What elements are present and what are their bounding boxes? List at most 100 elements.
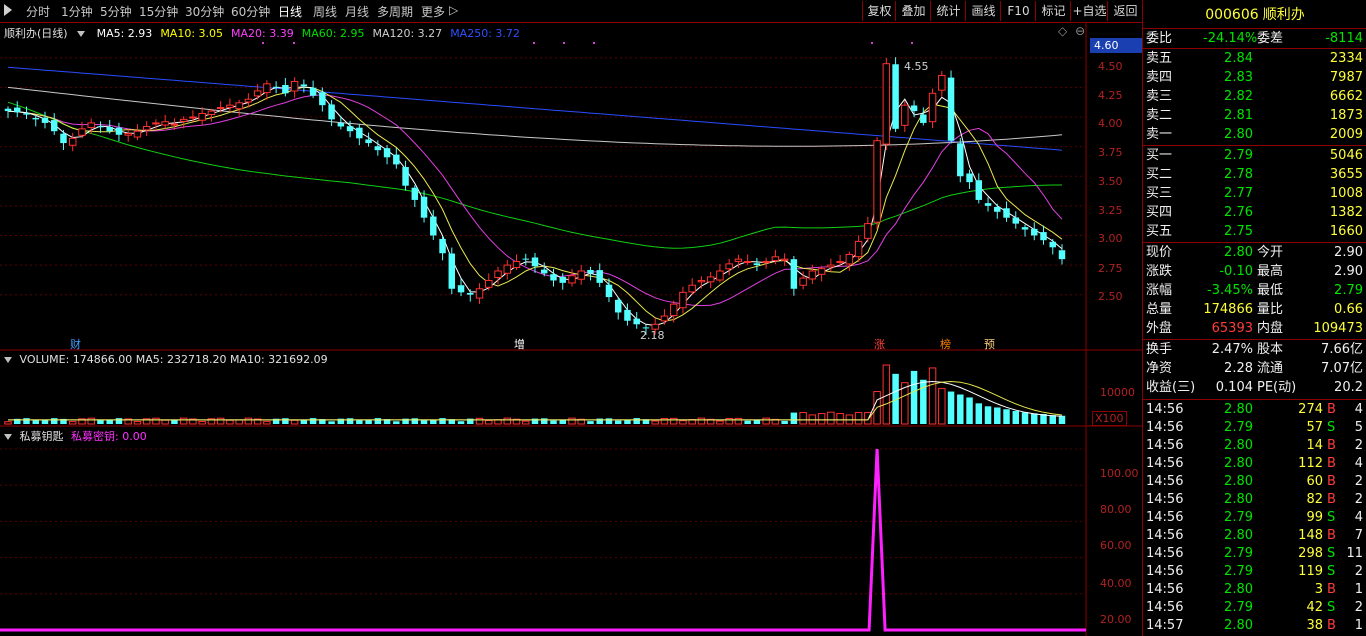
period-tab-9[interactable]: 多周期	[377, 3, 413, 20]
stat-value: 20.2	[1334, 380, 1363, 395]
candle-body	[503, 264, 511, 274]
indicator-legend: 私募钥匙 私募密钥: 0.00	[4, 428, 147, 444]
stat-value: 65393	[1211, 321, 1253, 336]
chart-settings-icons[interactable]: ◇ ⊖	[1058, 24, 1085, 38]
dropdown-icon[interactable]	[77, 31, 86, 37]
period-tab-4[interactable]: 30分钟	[185, 3, 224, 20]
stat-value: 7.66亿	[1321, 342, 1363, 357]
period-tab-0[interactable]: 分时	[26, 3, 50, 20]
ask-price: 2.80	[1224, 127, 1253, 142]
kline-chart[interactable]	[0, 0, 1142, 636]
stat-value: 109473	[1313, 321, 1363, 336]
volume-bar	[836, 413, 844, 425]
toolbar-button-2[interactable]: 统计	[930, 1, 966, 21]
candle-body	[1049, 241, 1056, 248]
toolbar-button-4[interactable]: F10	[1000, 1, 1036, 21]
toolbar-button-3[interactable]: 画线	[965, 1, 1001, 21]
ask-label: 卖二	[1146, 108, 1173, 123]
candle-body	[716, 270, 724, 281]
event-marker-2[interactable]: 涨	[874, 336, 885, 352]
candle-body	[41, 117, 49, 123]
event-marker-3[interactable]: 榜	[940, 336, 951, 352]
period-tab-1[interactable]: 1分钟	[61, 3, 93, 20]
volume-axis-label: 10000	[1100, 386, 1135, 399]
ma250-line	[7, 66, 1063, 151]
volume-bar	[439, 418, 446, 424]
volume-bar	[577, 418, 585, 425]
volume-bar	[1031, 413, 1038, 424]
bid-volume: 5046	[1329, 148, 1363, 163]
tick-volume: 14	[1306, 438, 1323, 453]
candle-body	[87, 122, 95, 128]
toolbar-button-5[interactable]: 标记	[1035, 1, 1071, 21]
toolbar-button-7[interactable]: 返回	[1107, 1, 1143, 21]
more-arrow-icon[interactable]: ▷	[449, 3, 458, 17]
volume-bar	[873, 391, 881, 425]
tick-volume: 148	[1298, 528, 1323, 543]
candle-body	[762, 261, 770, 264]
bid-price: 2.77	[1224, 186, 1253, 201]
tick-row: 14:56 2.79 42 S 2	[1143, 599, 1366, 617]
tick-price: 2.80	[1224, 618, 1253, 633]
volume-bar	[550, 420, 557, 424]
volume-bar	[319, 419, 326, 424]
period-tab-6[interactable]: 日线	[278, 3, 302, 20]
volume-bar	[420, 420, 428, 424]
volume-bar	[142, 418, 151, 425]
volume-bar	[457, 421, 465, 424]
volume-bar	[920, 379, 927, 424]
volume-bar	[244, 417, 253, 425]
menu-arrow-icon[interactable]	[4, 4, 12, 16]
volume-bar	[374, 418, 382, 424]
candle-body	[901, 104, 909, 126]
candle-body	[947, 77, 955, 141]
volume-bar	[928, 367, 937, 425]
tick-row: 14:56 2.80 60 B 2	[1143, 473, 1366, 491]
price-axis-label: 4.50	[1098, 60, 1123, 73]
candle-body	[235, 102, 243, 110]
dropdown-icon[interactable]	[4, 434, 12, 440]
dropdown-icon[interactable]	[4, 357, 12, 363]
period-tab-7[interactable]: 周线	[313, 3, 337, 20]
volume-bar	[124, 418, 132, 425]
period-tab-8[interactable]: 月线	[345, 3, 369, 20]
quote-panel: 000606 顺利办 委比 -24.14% 委差 -8114 卖五 2.84 233…	[1142, 0, 1366, 636]
stat-value: 2.80	[1224, 245, 1253, 260]
volume-bar	[356, 420, 363, 424]
high-label: 4.55	[904, 60, 929, 73]
tick-price: 2.79	[1224, 420, 1253, 435]
candle-body	[142, 125, 151, 131]
volume-bar	[32, 420, 39, 424]
event-marker-4[interactable]: 预	[984, 336, 995, 352]
tick-count: 1	[1354, 618, 1363, 633]
period-tab-3[interactable]: 15分钟	[139, 3, 178, 20]
tick-time: 14:56	[1146, 564, 1184, 579]
event-marker-0[interactable]: 财	[70, 336, 81, 352]
volume-bar	[624, 419, 631, 424]
volume-bar	[411, 418, 419, 424]
collapse-icon[interactable]: ⊖	[1075, 24, 1085, 38]
candle-body	[1003, 208, 1010, 218]
toolbar-button-6[interactable]: +自选	[1070, 1, 1108, 21]
candle-body	[1058, 250, 1066, 260]
period-tab-5[interactable]: 60分钟	[231, 3, 270, 20]
tick-volume: 57	[1306, 420, 1323, 435]
candle-body	[32, 117, 39, 120]
candle-body	[541, 269, 548, 274]
candle-body	[605, 284, 613, 298]
candle-body	[920, 114, 927, 123]
stat-row: 总量 174866 量比 0.66	[1143, 301, 1366, 319]
toolbar-button-0[interactable]: 复权	[862, 1, 896, 21]
weibi-row: 委比 -24.14% 委差 -8114	[1143, 30, 1366, 48]
event-marker-1[interactable]: 增	[514, 336, 525, 352]
toolbar-button-1[interactable]: 叠加	[895, 1, 931, 21]
price-axis-label: 4.25	[1098, 89, 1123, 102]
ma-label-4: MA120: 3.27	[372, 27, 443, 40]
tick-time: 14:56	[1146, 510, 1184, 525]
period-tab-2[interactable]: 5分钟	[100, 3, 132, 20]
diamond-icon[interactable]: ◇	[1058, 24, 1067, 38]
period-tab-10[interactable]: 更多	[421, 3, 445, 20]
tick-count: 4	[1354, 456, 1363, 471]
candle-body	[559, 276, 566, 283]
candle-body	[14, 107, 21, 113]
